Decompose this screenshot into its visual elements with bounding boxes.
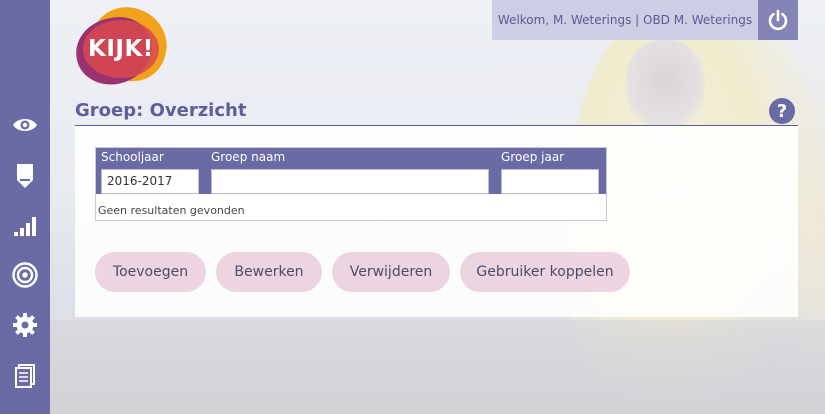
add-button[interactable]: Toevoegen [95,252,206,292]
delete-button[interactable]: Verwijderen [332,252,450,292]
sidebar [0,0,50,414]
kijk-logo[interactable]: KIJK! [69,0,177,92]
bar-chart-icon[interactable] [11,212,39,240]
gear-icon[interactable] [11,311,39,339]
eye-icon[interactable] [11,111,39,139]
logo-text: KIJK! [88,36,154,62]
target-icon[interactable] [11,261,39,289]
column-header-groep-jaar[interactable]: Groep jaar [501,150,564,164]
table-header: Schooljaar Groep naam Groep jaar 2016-20… [96,148,606,194]
groep-naam-filter[interactable] [211,169,489,194]
column-header-groep-naam[interactable]: Groep naam [211,150,285,164]
welcome-text: Welkom, M. Weterings | OBD M. Weterings [492,0,758,40]
schooljaar-filter[interactable]: 2016-2017 [101,169,199,194]
page-title: Groep: Overzicht [75,100,247,121]
link-user-button[interactable]: Gebruiker koppelen [460,252,630,292]
power-icon[interactable] [758,0,798,40]
groep-jaar-filter[interactable] [501,169,599,194]
edit-button[interactable]: Bewerken [216,252,322,292]
document-icon[interactable] [11,362,39,390]
empty-message: Geen resultaten gevonden [98,204,245,217]
marker-icon[interactable] [11,162,39,190]
groups-table: Schooljaar Groep naam Groep jaar 2016-20… [95,147,607,221]
help-icon[interactable]: ? [769,98,795,124]
column-header-schooljaar[interactable]: Schooljaar [101,150,164,164]
